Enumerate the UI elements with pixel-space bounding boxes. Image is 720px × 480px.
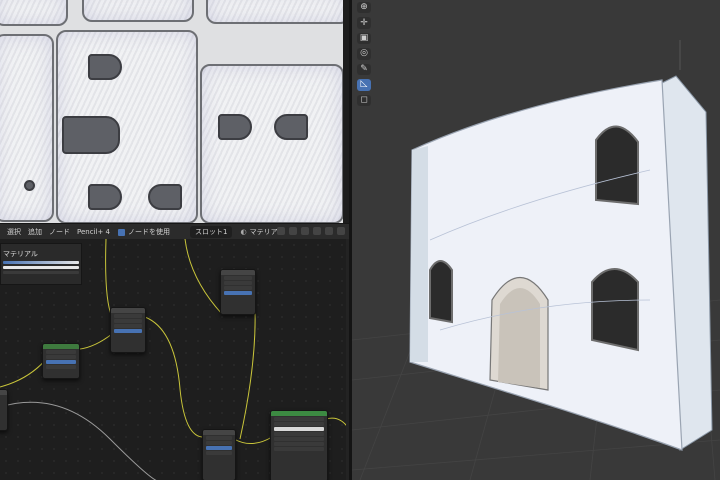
uv-island	[0, 34, 54, 222]
node-editor-canvas[interactable]: マテリアル	[0, 239, 349, 480]
house-front-wall	[409, 79, 683, 451]
node-socket[interactable]	[274, 417, 324, 421]
uv-island	[0, 0, 68, 26]
material-dark-bar[interactable]	[3, 271, 79, 274]
new-material-icon[interactable]	[277, 227, 285, 235]
unlink-icon[interactable]	[301, 227, 309, 235]
house-corner	[410, 146, 428, 362]
uv-island	[82, 0, 194, 22]
add-cube-tool-icon[interactable]: ◻	[357, 94, 371, 106]
3d-viewport[interactable]	[352, 0, 720, 480]
node-socket[interactable]	[46, 365, 76, 369]
viewport-toolbar: ⊕ ✛ ▣ ◎ ✎ ◺ ◻	[357, 0, 373, 106]
node-header	[0, 390, 7, 395]
material-value-bar[interactable]	[3, 266, 79, 269]
scale-tool-icon[interactable]: ▣	[357, 32, 371, 45]
node-editor-header: 選択 追加 ノード Pencil+ 4 ノードを使用 スロット1 ◐ マテリアル	[0, 223, 349, 240]
uv-window	[88, 54, 122, 80]
node-socket[interactable]	[114, 329, 142, 333]
house-window	[429, 260, 453, 324]
object-name[interactable]: Pencil+ 4	[77, 228, 110, 236]
node-socket[interactable]	[206, 441, 232, 445]
node-socket[interactable]	[206, 446, 232, 450]
node-socket[interactable]	[224, 276, 252, 280]
node-socket[interactable]	[224, 286, 252, 290]
menu-node[interactable]: ノード	[49, 227, 70, 237]
uv-image-editor[interactable]	[0, 0, 343, 223]
node-socket[interactable]	[274, 447, 324, 451]
header-icon-group	[277, 227, 345, 235]
viewport-scene	[352, 40, 720, 480]
duplicate-icon[interactable]	[289, 227, 297, 235]
node-socket[interactable]	[274, 442, 324, 446]
node-texture-coordinate[interactable]	[42, 343, 80, 379]
node-math[interactable]	[202, 429, 236, 480]
node-socket[interactable]	[274, 427, 324, 431]
material-properties-panel[interactable]: マテリアル	[0, 243, 82, 285]
material-browse-icon[interactable]: ◐	[240, 228, 246, 236]
uv-door	[62, 116, 120, 154]
node-header	[111, 308, 145, 313]
node-socket[interactable]	[46, 355, 76, 359]
node-socket[interactable]	[274, 432, 324, 436]
house-window	[595, 125, 639, 206]
node-header	[221, 270, 255, 275]
node-color-ramp[interactable]	[220, 269, 256, 315]
material-panel-title: マテリアル	[3, 250, 38, 258]
node-header	[203, 430, 235, 435]
uv-island	[206, 0, 343, 24]
uv-window	[218, 114, 252, 140]
uv-window	[274, 114, 308, 140]
node-socket[interactable]	[206, 436, 232, 440]
use-nodes-checkbox[interactable]	[118, 229, 125, 236]
node-header	[271, 411, 327, 416]
transform-tool-icon[interactable]: ◎	[357, 48, 371, 60]
node-socket[interactable]	[274, 422, 324, 426]
menu-select[interactable]: 選択	[7, 227, 21, 237]
move-tool-icon[interactable]: ✛	[357, 17, 371, 29]
material-color-bar[interactable]	[3, 261, 79, 264]
node-output[interactable]	[0, 389, 8, 431]
slot-dropdown[interactable]: スロット1	[190, 225, 233, 238]
pin-icon[interactable]	[313, 227, 321, 235]
node-socket[interactable]	[114, 314, 142, 318]
node-socket[interactable]	[224, 291, 252, 295]
node-principled-bsdf[interactable]	[270, 410, 328, 480]
uv-small-hole	[24, 180, 35, 191]
node-socket[interactable]	[46, 360, 76, 364]
house-door-inner	[498, 288, 540, 388]
node-mix[interactable]	[110, 307, 146, 353]
node-socket[interactable]	[46, 350, 76, 354]
node-socket[interactable]	[224, 281, 252, 285]
uv-window	[88, 184, 122, 210]
annotate-tool-icon[interactable]: ✎	[357, 63, 371, 76]
uv-island-side-wall	[200, 64, 343, 223]
node-socket[interactable]	[114, 319, 142, 323]
node-socket[interactable]	[114, 324, 142, 328]
use-nodes-label[interactable]: ノードを使用	[128, 227, 170, 237]
cursor-tool-icon[interactable]: ⊕	[357, 2, 371, 14]
overlay-icon[interactable]	[337, 227, 345, 235]
node-socket[interactable]	[274, 437, 324, 441]
menu-add[interactable]: 追加	[28, 227, 42, 237]
house-window	[591, 268, 639, 352]
node-header	[43, 344, 79, 349]
measure-tool-icon[interactable]: ◺	[357, 79, 371, 91]
uv-window	[148, 184, 182, 210]
snap-icon[interactable]	[325, 227, 333, 235]
node-socket[interactable]	[206, 451, 232, 455]
